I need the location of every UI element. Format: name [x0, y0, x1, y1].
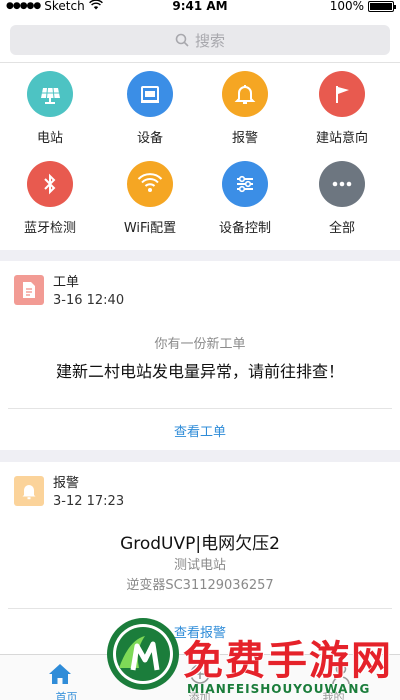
battery-percent: 100% — [329, 0, 364, 13]
bell-icon — [222, 71, 268, 117]
grid-label: WiFi配置 — [123, 221, 177, 236]
grid-item-wifi-config[interactable]: WiFi配置 — [100, 155, 200, 245]
card-title: 报警 — [53, 476, 80, 491]
card-time: 3-12 17:23 — [53, 494, 125, 509]
grid-label: 设备 — [136, 131, 163, 146]
grid-item-alarm[interactable]: 报警 — [195, 65, 295, 155]
card-title: 工单 — [53, 275, 80, 290]
work-order-subtitle: 你有一份新工单 — [154, 337, 246, 352]
grid-label: 电站 — [36, 131, 63, 146]
card-time: 3-16 12:40 — [53, 293, 125, 308]
status-right: 100% — [329, 0, 396, 13]
battery-icon — [368, 0, 396, 12]
grid-label: 蓝牙检测 — [23, 221, 76, 236]
search-placeholder: 搜索 — [194, 31, 225, 50]
watermark-logo-icon — [107, 618, 179, 690]
home-icon — [49, 664, 71, 684]
grid-label: 全部 — [328, 221, 355, 236]
alarm-station: 测试电站 — [173, 558, 226, 573]
grid-item-device-control[interactable]: 设备控制 — [195, 155, 295, 245]
document-icon — [14, 275, 44, 305]
bluetooth-icon — [27, 161, 73, 207]
grid-label: 设备控制 — [218, 221, 271, 236]
work-order-card: 工单 3-16 12:40 你有一份新工单 建新二村电站发电量异常，请前往排查！… — [0, 261, 400, 450]
card-header: 工单 3-16 12:40 — [14, 275, 124, 309]
grid-item-all[interactable]: 全部 — [292, 155, 392, 245]
search-input[interactable]: 搜索 — [10, 25, 390, 55]
grid-item-site-intent[interactable]: 建站意向 — [292, 65, 392, 155]
watermark-title: 免费手游网 — [183, 638, 393, 684]
watermark-subtitle: MIANFEISHOUYOUWANG — [187, 682, 371, 696]
alarm-device: 逆变器SC31129036257 — [126, 578, 274, 593]
view-work-order-link[interactable]: 查看工单 — [0, 421, 400, 440]
search-header: 搜索 — [0, 14, 400, 62]
grid-item-bluetooth[interactable]: 蓝牙检测 — [0, 155, 100, 245]
alarm-headline: GrodUVP|电网欠压2 — [120, 534, 280, 554]
grid-item-device[interactable]: 设备 — [100, 65, 200, 155]
work-order-message: 建新二村电站发电量异常，请前往排查！ — [55, 362, 344, 381]
wifi-icon — [127, 161, 173, 207]
bell-icon — [14, 476, 44, 506]
grid-label: 报警 — [231, 131, 258, 146]
function-grid: 电站 设备 报警 建站意向 蓝牙检测 WiFi配置 设备控制 全部 — [0, 62, 400, 250]
status-bar: ●●●●● Sketch 9:41 AM 100% — [0, 0, 400, 14]
more-icon — [319, 161, 365, 207]
solar-panel-icon — [27, 71, 73, 117]
card-divider — [8, 408, 392, 409]
card-divider — [8, 608, 392, 609]
device-icon — [127, 71, 173, 117]
card-header: 报警 3-12 17:23 — [14, 476, 124, 510]
grid-label: 建站意向 — [315, 131, 368, 146]
sliders-icon — [222, 161, 268, 207]
watermark: 免费手游网 MIANFEISHOUYOUWANG — [105, 612, 400, 700]
search-icon — [175, 33, 189, 47]
grid-item-station[interactable]: 电站 — [0, 65, 100, 155]
flag-icon — [319, 71, 365, 117]
